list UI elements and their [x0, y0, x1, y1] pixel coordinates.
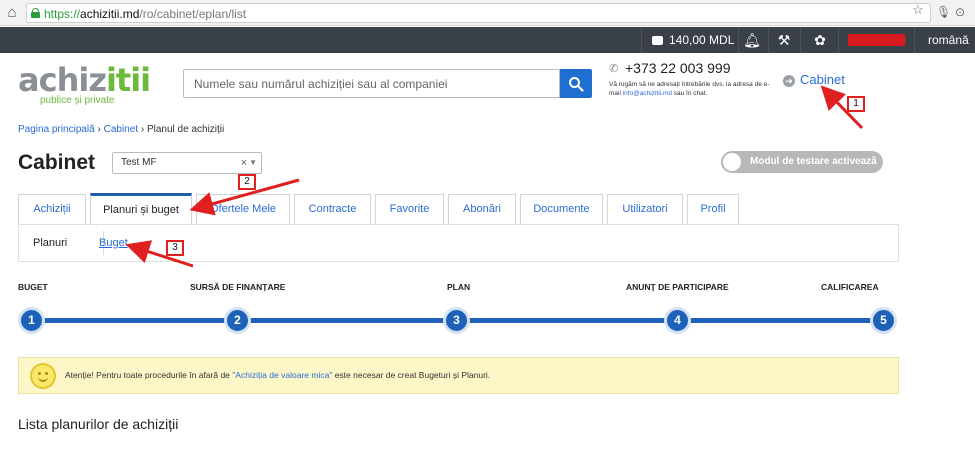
tab-profil[interactable]: Profil: [687, 194, 739, 224]
phone-number: +373 22 003 999: [625, 60, 731, 76]
account-select[interactable]: Test MF × ▼: [112, 152, 262, 174]
search-input[interactable]: [183, 69, 560, 98]
toggle-knob: [723, 153, 741, 171]
chevron-down-icon[interactable]: ▼: [249, 153, 257, 173]
step-dot[interactable]: 4: [664, 307, 691, 334]
tab-documente[interactable]: Documente: [520, 194, 603, 224]
test-mode-toggle[interactable]: Modul de testare activează: [721, 151, 883, 173]
annotation-callout-2: 2: [238, 174, 256, 190]
home-icon[interactable]: ⌂: [3, 4, 21, 22]
step-label: SURSĂ DE FINANȚARE: [190, 282, 286, 292]
step-dot[interactable]: 5: [870, 307, 897, 334]
wallet-icon: [652, 36, 663, 45]
tab-ofertele-mele[interactable]: Ofertele Mele: [196, 194, 290, 224]
notice-banner: Atenție! Pentru toate procedurile în afa…: [18, 357, 899, 394]
gavel-icon[interactable]: ⚒: [774, 27, 794, 53]
url-text: https://achizitii.md/ro/cabinet/eplan/li…: [44, 7, 247, 21]
smiley-icon: [30, 363, 56, 389]
phone-icon: ✆: [609, 63, 619, 75]
breadcrumb-cabinet[interactable]: Cabinet: [104, 124, 138, 135]
user-name-redacted[interactable]: [848, 34, 905, 46]
breadcrumb: Pagina principală › Cabinet › Planul de …: [18, 124, 225, 135]
bell-icon[interactable]: 🔔︎: [742, 27, 762, 53]
search-button[interactable]: [560, 69, 592, 98]
section-title: Lista planurilor de achiziții: [18, 416, 179, 432]
step-label: ANUNȚ DE PARTICIPARE: [626, 282, 729, 292]
notice-link[interactable]: "Achiziția de valoare mica": [232, 370, 332, 380]
subtab-buget[interactable]: Buget: [99, 225, 128, 261]
tab-achizitii[interactable]: Achiziții: [18, 194, 86, 224]
tab-contracte[interactable]: Contracte: [294, 194, 371, 224]
annotation-callout-3: 3: [166, 240, 184, 256]
logo[interactable]: achizitii publice și private: [18, 63, 158, 107]
step-label: CALIFICAREA: [821, 282, 879, 292]
subtab-planuri[interactable]: Planuri: [33, 225, 67, 261]
lock-icon: [31, 8, 40, 18]
search-icon: [569, 77, 584, 92]
language-selector[interactable]: română: [928, 27, 969, 53]
process-stepper: BUGET SURSĂ DE FINANȚARE PLAN ANUNȚ DE P…: [0, 282, 975, 342]
notice-text: Atenție! Pentru toate procedurile în afa…: [65, 370, 491, 380]
clear-icon[interactable]: ×: [241, 153, 247, 173]
cabinet-link[interactable]: ➜ Cabinet: [783, 72, 845, 87]
tab-utilizatori[interactable]: Utilizatori: [607, 194, 683, 224]
top-bar: 140,00 MDL 🔔︎ ⚒ ✿ română: [0, 27, 975, 53]
page-title: Cabinet: [18, 151, 96, 174]
gear-icon[interactable]: ✿: [810, 27, 830, 53]
microphone-icon[interactable]: 🎙: [936, 5, 951, 19]
contact-email-link[interactable]: info@achizitii.md: [623, 90, 672, 97]
step-dot[interactable]: 3: [443, 307, 470, 334]
address-bar[interactable]: https://achizitii.md/ro/cabinet/eplan/li…: [26, 3, 931, 23]
step-dot[interactable]: 2: [224, 307, 251, 334]
tab-planuri-buget[interactable]: Planuri și buget: [90, 193, 192, 225]
tab-favorite[interactable]: Favorite: [375, 194, 444, 224]
tab-abonari[interactable]: Abonări: [448, 194, 516, 224]
annotation-callout-1: 1: [847, 96, 865, 112]
step-dot[interactable]: 1: [18, 307, 45, 334]
account-balance[interactable]: 140,00 MDL: [652, 27, 734, 53]
breadcrumb-current: Planul de achiziții: [146, 124, 225, 135]
bookmark-star-icon[interactable]: ☆: [912, 2, 924, 18]
step-label: PLAN: [447, 282, 471, 292]
extension-icon[interactable]: ⊙: [955, 5, 965, 19]
contact-note: Vă rugăm să ne adresați întrebările dvs.…: [609, 81, 770, 97]
arrow-right-icon: ➜: [783, 75, 795, 87]
breadcrumb-home[interactable]: Pagina principală: [18, 124, 95, 135]
step-label: BUGET: [18, 282, 48, 292]
subtabs: Planuri Buget: [18, 224, 899, 262]
browser-toolbar: ⌂ https://achizitii.md/ro/cabinet/eplan/…: [0, 0, 975, 26]
